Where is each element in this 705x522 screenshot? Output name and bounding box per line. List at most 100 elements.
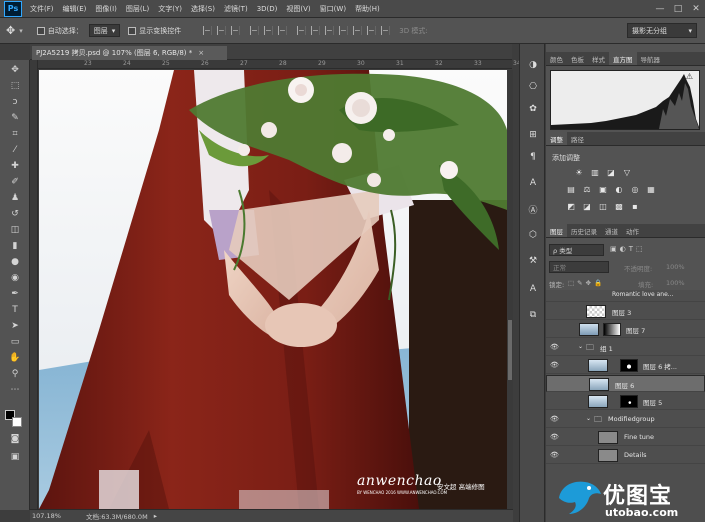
- eye-icon[interactable]: 👁: [550, 451, 559, 459]
- visibility-icon[interactable]: [550, 397, 559, 405]
- paragraph-panel-icon[interactable]: ¶: [525, 150, 541, 164]
- tab-history[interactable]: 历史记录: [567, 224, 601, 237]
- expand-chevron-icon[interactable]: ⌄: [578, 343, 583, 350]
- history-brush-tool-icon[interactable]: ↺: [7, 207, 23, 221]
- selective-color-icon[interactable]: ▩: [614, 202, 624, 211]
- distribute-left-icon[interactable]: [339, 26, 349, 35]
- layer-row-pixel[interactable]: 👁 Fine tune: [546, 429, 705, 446]
- curves-icon[interactable]: ◪: [606, 168, 616, 177]
- quick-select-tool-icon[interactable]: ✎: [7, 111, 23, 125]
- brush-tool-icon[interactable]: ✐: [7, 175, 23, 189]
- screen-mode-icon[interactable]: ▣: [7, 450, 23, 464]
- menu-type[interactable]: 文字(Y): [158, 4, 182, 14]
- align-bottom-icon[interactable]: [231, 26, 241, 35]
- threshold-icon[interactable]: ◫: [598, 202, 608, 211]
- exposure-icon[interactable]: ▽: [622, 168, 632, 177]
- align-hcenter-icon[interactable]: [264, 26, 274, 35]
- menu-image[interactable]: 图像(I): [95, 4, 117, 14]
- distribute-right-icon[interactable]: [367, 26, 377, 35]
- character-styles-icon[interactable]: A: [525, 282, 541, 296]
- channel-mixer-icon[interactable]: ◎: [630, 185, 640, 194]
- type-tool-icon[interactable]: T: [7, 303, 23, 317]
- color-balance-icon[interactable]: ⚖: [582, 185, 592, 194]
- lock-icons[interactable]: ⬚✎✥🔒: [568, 279, 605, 287]
- minimize-button[interactable]: —: [651, 0, 669, 18]
- visibility-icon[interactable]: [550, 307, 559, 315]
- tool-presets-icon[interactable]: ⚒: [525, 254, 541, 268]
- quick-mask-icon[interactable]: ◙: [7, 432, 23, 446]
- fill-value[interactable]: 100%: [666, 279, 685, 287]
- brightness-icon[interactable]: ☀: [574, 168, 584, 177]
- close-tab-icon[interactable]: ×: [198, 49, 204, 57]
- tool-preset-chevron-icon[interactable]: ▾: [19, 27, 23, 35]
- histogram-warning-icon[interactable]: ⚠: [686, 72, 693, 81]
- tab-swatches[interactable]: 色板: [567, 52, 588, 65]
- visibility-icon[interactable]: [550, 325, 559, 333]
- vertical-scrollbar[interactable]: [507, 70, 513, 509]
- workspace-dropdown[interactable]: 摄影无分组 ▾: [627, 23, 697, 38]
- layer-filter-icons[interactable]: ▣◐T⬚: [610, 245, 646, 253]
- tab-histogram[interactable]: 直方图: [609, 52, 637, 65]
- layer-row-selected[interactable]: 图层 6: [546, 375, 705, 392]
- eye-icon[interactable]: 👁: [550, 343, 559, 351]
- layer-comps-icon[interactable]: ⧉: [525, 308, 541, 322]
- eye-icon[interactable]: 👁: [550, 415, 559, 423]
- vibrance-icon[interactable]: ▤: [566, 185, 576, 194]
- tab-styles[interactable]: 样式: [588, 52, 609, 65]
- invert-icon[interactable]: ◩: [566, 202, 576, 211]
- menu-help[interactable]: 帮助(H): [355, 4, 380, 14]
- tab-paths[interactable]: 路径: [567, 132, 588, 145]
- tab-layers[interactable]: 图层: [546, 224, 567, 237]
- layer-row-masked[interactable]: 图层 5: [546, 393, 705, 410]
- show-transform-checkbox[interactable]: [128, 26, 137, 35]
- history-panel-icon[interactable]: ◑: [525, 58, 541, 72]
- status-menu-arrow-icon[interactable]: ▸: [154, 512, 157, 520]
- 3d-panel-icon[interactable]: ⬡: [525, 228, 541, 242]
- gradient-tool-icon[interactable]: ▮: [7, 239, 23, 253]
- auto-select-dropdown[interactable]: 图层 ▾: [88, 24, 121, 37]
- blur-tool-icon[interactable]: ●: [7, 255, 23, 269]
- document-tab[interactable]: PJ2A5219 拷贝.psd @ 107% (图层 6, RGB/8) * ×: [32, 46, 227, 60]
- lasso-tool-icon[interactable]: ↄ: [7, 95, 23, 109]
- clone-stamp-tool-icon[interactable]: ♟: [7, 191, 23, 205]
- menu-edit[interactable]: 编辑(E): [63, 4, 87, 14]
- levels-icon[interactable]: ▥: [590, 168, 600, 177]
- menu-select[interactable]: 选择(S): [191, 4, 215, 14]
- tab-navigator[interactable]: 导航器: [637, 52, 665, 65]
- tab-color[interactable]: 颜色: [546, 52, 567, 65]
- layer-row-pixel[interactable]: 图层 3: [546, 303, 705, 320]
- character-panel-icon[interactable]: A: [525, 176, 541, 190]
- menu-view[interactable]: 视图(V): [286, 4, 310, 14]
- auto-select-checkbox[interactable]: [36, 26, 45, 35]
- clone-source-icon[interactable]: ⊞: [525, 128, 541, 142]
- menu-3d[interactable]: 3D(D): [257, 5, 278, 13]
- zoom-tool-icon[interactable]: ⚲: [7, 367, 23, 381]
- align-right-icon[interactable]: [278, 26, 288, 35]
- posterize-icon[interactable]: ◪: [582, 202, 592, 211]
- layer-row-group[interactable]: 👁 ⌄ 🗀 Modifiedgroup: [546, 411, 705, 428]
- close-button[interactable]: ✕: [687, 0, 705, 18]
- layer-row-pixel[interactable]: 👁 Details: [546, 447, 705, 464]
- visibility-icon[interactable]: [550, 291, 559, 299]
- dodge-tool-icon[interactable]: ◉: [7, 271, 23, 285]
- tab-channels[interactable]: 通道: [601, 224, 622, 237]
- blend-mode-dropdown[interactable]: 正常: [549, 261, 609, 273]
- properties-panel-icon[interactable]: ⎔: [525, 80, 541, 94]
- menu-window[interactable]: 窗口(W): [320, 4, 346, 14]
- pen-tool-icon[interactable]: ✒: [7, 287, 23, 301]
- more-tools-icon[interactable]: ⋯: [7, 383, 23, 397]
- menu-filter[interactable]: 滤镜(T): [224, 4, 248, 14]
- gradient-map-icon[interactable]: ▪: [630, 202, 640, 211]
- align-vcenter-icon[interactable]: [217, 26, 227, 35]
- layer-row-group[interactable]: 👁 ⌄ 🗀 组 1: [546, 339, 705, 356]
- layer-row-masked[interactable]: 👁 图层 6 拷...: [546, 357, 705, 374]
- layer-row-masked[interactable]: 图层 7: [546, 321, 705, 338]
- crop-tool-icon[interactable]: ⌗: [7, 127, 23, 141]
- healing-brush-tool-icon[interactable]: ✚: [7, 159, 23, 173]
- distribute-hcenter-icon[interactable]: [353, 26, 363, 35]
- visibility-icon[interactable]: [551, 380, 560, 388]
- auto-align-icon[interactable]: [381, 26, 391, 35]
- layer-row-text[interactable]: Romantic love ane...: [546, 290, 705, 302]
- maximize-button[interactable]: □: [669, 0, 687, 18]
- move-tool-icon[interactable]: ✥: [7, 63, 23, 77]
